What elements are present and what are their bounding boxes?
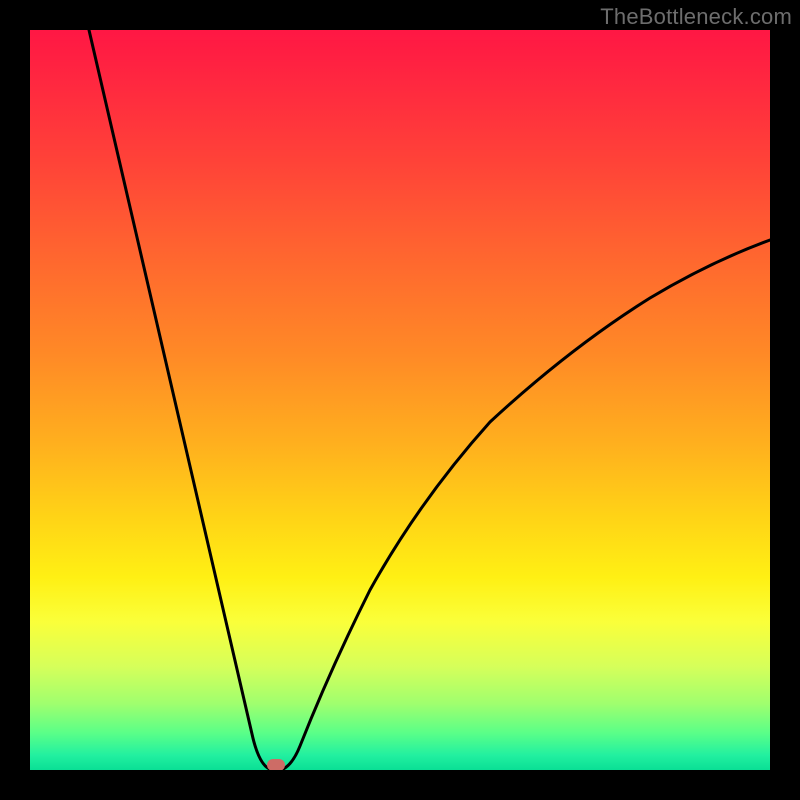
chart-frame: TheBottleneck.com	[0, 0, 800, 800]
watermark-text: TheBottleneck.com	[600, 4, 792, 30]
chart-curve-svg	[30, 30, 770, 770]
bottleneck-curve	[89, 30, 770, 770]
optimum-marker	[267, 759, 285, 770]
